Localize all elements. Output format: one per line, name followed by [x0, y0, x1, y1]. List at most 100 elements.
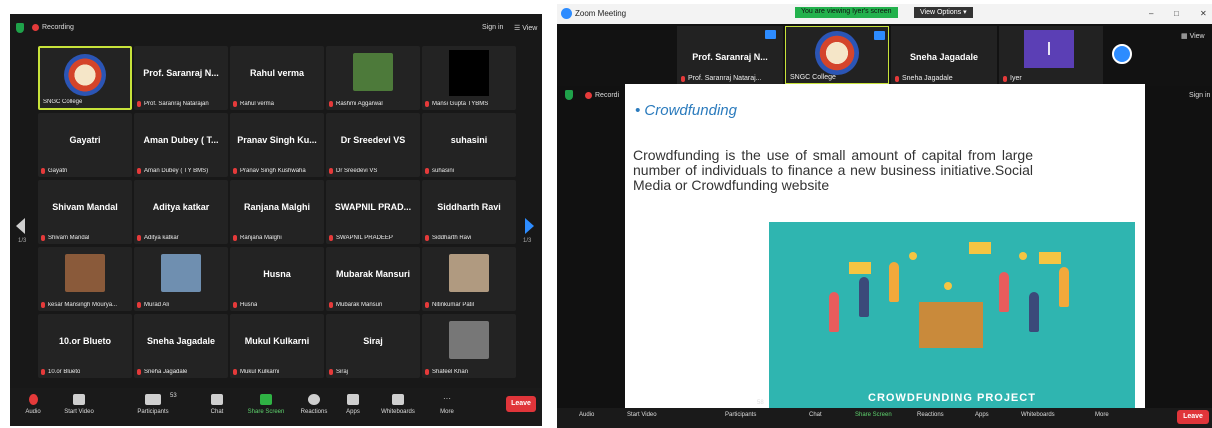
- next-strip-arrow-icon[interactable]: [1112, 44, 1132, 64]
- participant-tile[interactable]: Siraj Siraj: [326, 314, 420, 378]
- leave-button[interactable]: Leave: [1177, 410, 1209, 424]
- participant-tile[interactable]: Rashmi Aggarwal: [326, 46, 420, 110]
- whiteboards-label: Whiteboards: [381, 409, 415, 415]
- tile-options-icon[interactable]: [765, 30, 776, 39]
- tile-options-icon[interactable]: [874, 31, 885, 40]
- reactions-button[interactable]: Reactions: [917, 412, 944, 418]
- minimize-icon[interactable]: –: [1149, 9, 1153, 18]
- participant-tile[interactable]: Murad Ali: [134, 247, 228, 311]
- participant-tile[interactable]: Sneha Jagadale Sneha Jagadale: [134, 314, 228, 378]
- sign-in-link[interactable]: Sign in: [482, 24, 503, 31]
- close-icon[interactable]: ✕: [1200, 9, 1207, 18]
- reactions-button[interactable]: Reactions: [294, 394, 334, 415]
- participant-label-text: SNGC College: [790, 74, 836, 81]
- participant-tile[interactable]: Pranav Singh Ku... Pranav Singh Kushwaha: [230, 113, 324, 177]
- meeting-toolbar: Audio Start Video Participants 58 Chat S…: [557, 400, 1212, 428]
- share-screen-button[interactable]: Share Screen: [855, 412, 892, 418]
- security-shield-icon[interactable]: [565, 90, 573, 100]
- view-button[interactable]: ▦ View: [1181, 32, 1205, 40]
- participant-label-text: suhasini: [432, 168, 455, 174]
- slide-body-text: Crowdfunding is the use of small amount …: [633, 147, 1033, 193]
- illustration-caption: CROWDFUNDING PROJECT: [868, 392, 1036, 404]
- participants-count: 53: [170, 393, 177, 399]
- chat-button[interactable]: Chat: [809, 412, 822, 418]
- participant-tile[interactable]: Dr Sreedevi VS Dr Sreedevi VS: [326, 113, 420, 177]
- whiteboards-button[interactable]: Whiteboards: [1021, 412, 1055, 418]
- participant-tile[interactable]: kesar Mansingh Mourya...: [38, 247, 132, 311]
- start-video-button[interactable]: Start Video: [627, 412, 657, 418]
- zoom-logo-icon: [561, 8, 572, 19]
- maximize-icon[interactable]: □: [1174, 9, 1179, 18]
- view-button[interactable]: ☰ View: [514, 24, 537, 32]
- person-figure: [889, 262, 899, 302]
- participant-tile[interactable]: Shafeel Khan: [422, 314, 516, 378]
- apps-button[interactable]: Apps: [338, 394, 368, 415]
- mic-muted-icon: [329, 302, 333, 308]
- participant-tile[interactable]: 10.or Blueto 10.or Blueto: [38, 314, 132, 378]
- mic-muted-icon: [329, 101, 333, 107]
- apps-button[interactable]: Apps: [975, 412, 989, 418]
- participant-tile[interactable]: Ranjana Malghi Ranjana Malghi: [230, 180, 324, 244]
- participant-tile[interactable]: Husna Husna: [230, 247, 324, 311]
- security-shield-icon[interactable]: [16, 23, 24, 33]
- mic-muted-icon: [233, 369, 237, 375]
- participant-label-text: SNGC College: [43, 99, 83, 105]
- participant-label-text: Shafeel Khan: [432, 369, 469, 375]
- participant-label-text: Sneha Jagadale: [902, 75, 953, 82]
- participant-label-text: Aditya katkar: [144, 235, 179, 241]
- participant-tile[interactable]: Rahul verma Rahul verma: [230, 46, 324, 110]
- coin-icon: [909, 252, 917, 260]
- participant-tile[interactable]: Gayatri Gayatri: [38, 113, 132, 177]
- participant-name: Prof. Saranraj N...: [143, 67, 219, 78]
- participants-button[interactable]: Participants: [725, 412, 756, 418]
- participant-label: Shafeel Khan: [425, 369, 468, 375]
- audio-button[interactable]: Audio: [579, 412, 594, 418]
- prev-page-arrow-icon[interactable]: [16, 218, 25, 234]
- apps-icon: [347, 394, 359, 405]
- whiteboards-button[interactable]: Whiteboards: [374, 394, 422, 415]
- participant-tile[interactable]: Mubarak Mansuri Mubarak Mansuri: [326, 247, 420, 311]
- profile-photo: [353, 53, 393, 91]
- participant-tile[interactable]: Nitinkumar Patil: [422, 247, 516, 311]
- start-video-button[interactable]: Start Video: [56, 394, 102, 415]
- participant-label-text: Nitinkumar Patil: [432, 302, 475, 308]
- participant-tile[interactable]: Prof. Saranraj N... Prof. Saranraj Natara…: [134, 46, 228, 110]
- participant-tile[interactable]: Siddharth Ravi Siddharth Ravi: [422, 180, 516, 244]
- chat-button[interactable]: Chat: [202, 394, 232, 415]
- strip-tile[interactable]: Sneha Jagadale Sneha Jagadale: [891, 26, 997, 84]
- money-sign: [1039, 252, 1061, 264]
- view-options-button[interactable]: View Options ▾: [914, 7, 973, 18]
- participant-name: Husna: [263, 268, 291, 279]
- mic-muted-icon: [681, 75, 685, 82]
- mic-muted-icon: [137, 235, 141, 241]
- mic-muted-icon: [1003, 75, 1007, 82]
- leave-button[interactable]: Leave: [506, 396, 536, 412]
- participant-name: Prof. Saranraj N...: [692, 52, 768, 62]
- participant-tile[interactable]: suhasini suhasini: [422, 113, 516, 177]
- participant-tile[interactable]: Shivam Mandal Shivam Mandal: [38, 180, 132, 244]
- participant-name: Ranjana Malghi: [243, 201, 310, 212]
- participant-tile[interactable]: Aditya katkar Aditya katkar: [134, 180, 228, 244]
- participant-tile[interactable]: SWAPNIL PRAD... SWAPNIL PRADEEP: [326, 180, 420, 244]
- participant-tile[interactable]: Aman Dubey ( T... Aman Dubey ( TY BMS): [134, 113, 228, 177]
- participant-name: Shivam Mandal: [52, 201, 118, 212]
- sign-in-link[interactable]: Sign in: [1189, 92, 1210, 99]
- start-video-label: Start Video: [64, 409, 94, 415]
- share-screen-button[interactable]: Share Screen: [242, 394, 290, 415]
- more-button[interactable]: More: [1095, 412, 1109, 418]
- whiteboard-icon: [392, 394, 404, 405]
- participant-tile[interactable]: Mansi Gupta TYBMS: [422, 46, 516, 110]
- recording-icon: [585, 92, 592, 99]
- more-button[interactable]: ··· More: [432, 394, 462, 415]
- participant-tile[interactable]: SNGC College: [38, 46, 132, 110]
- audio-button[interactable]: Audio: [18, 394, 48, 415]
- strip-tile-active[interactable]: SNGC College: [785, 26, 889, 84]
- strip-tile[interactable]: Prof. Saranraj N... Prof. Saranraj Natar…: [677, 26, 783, 84]
- participant-name: Pranav Singh Ku...: [237, 134, 317, 145]
- strip-tile[interactable]: I Iyer: [999, 26, 1103, 84]
- person-figure: [999, 272, 1009, 312]
- participants-count: 58: [757, 400, 764, 406]
- participant-tile[interactable]: Mukul Kulkarni Mukul Kulkarni: [230, 314, 324, 378]
- person-figure: [859, 277, 869, 317]
- next-page-arrow-icon[interactable]: [525, 218, 534, 234]
